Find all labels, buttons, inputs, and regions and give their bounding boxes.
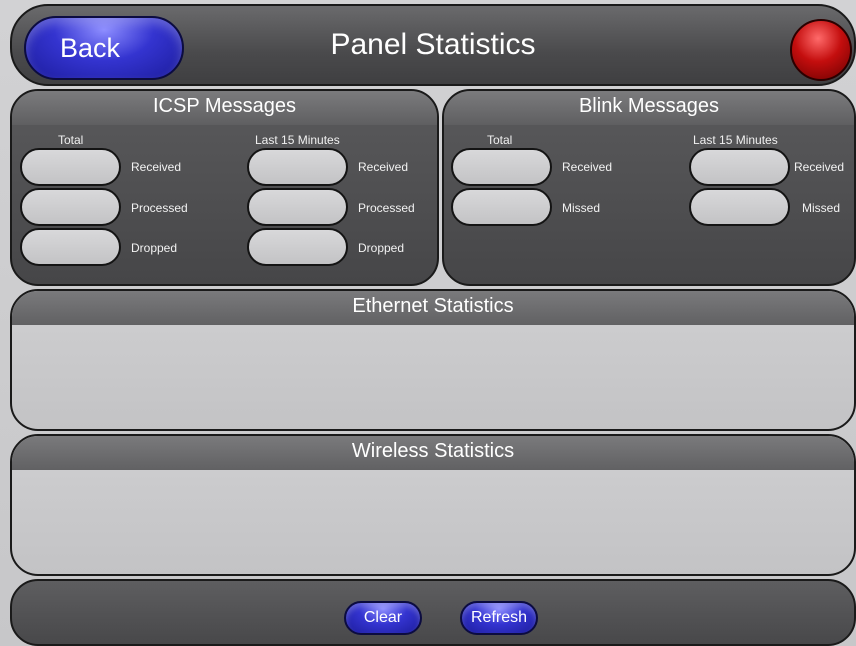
icsp-last15-received-label: Received <box>358 160 409 174</box>
icsp-last15-processed-field <box>247 188 348 226</box>
wireless-panel-title: Wireless Statistics <box>12 436 854 470</box>
icsp-total-dropped-field <box>20 228 121 266</box>
icsp-last15-label: Last 15 Minutes <box>255 133 340 147</box>
panel-statistics-page: Back Panel Statistics ICSP Messages Tota… <box>0 0 856 646</box>
ethernet-statistics-panel: Ethernet Statistics <box>10 289 856 431</box>
icsp-last15-received-field <box>247 148 348 186</box>
icsp-total-received-field <box>20 148 121 186</box>
blink-total-missed-label: Missed <box>562 201 601 215</box>
blink-last15-missed-label: Missed <box>802 201 841 215</box>
refresh-button[interactable]: Refresh <box>460 601 538 635</box>
blink-last15-received-field <box>689 148 790 186</box>
blink-panel-title: Blink Messages <box>444 91 854 125</box>
blink-last15-received-label: Received <box>794 160 845 174</box>
footer-bar: Clear Refresh <box>10 579 856 646</box>
icsp-total-processed-field <box>20 188 121 226</box>
clear-button[interactable]: Clear <box>344 601 422 635</box>
blink-total-label: Total <box>487 133 513 147</box>
blink-last15-label: Last 15 Minutes <box>693 133 778 147</box>
blink-total-received-field <box>451 148 552 186</box>
icsp-last15-dropped-label: Dropped <box>358 241 405 255</box>
icsp-total-received-label: Received <box>131 160 182 174</box>
ethernet-panel-title: Ethernet Statistics <box>12 291 854 325</box>
icsp-messages-panel: ICSP Messages Total Last 15 Minutes Rece… <box>10 89 439 286</box>
header-bar: Back Panel Statistics <box>10 4 856 86</box>
icsp-total-label: Total <box>58 133 84 147</box>
icsp-total-processed-label: Processed <box>131 201 188 215</box>
status-indicator-icon <box>790 19 852 81</box>
icsp-total-dropped-label: Dropped <box>131 241 178 255</box>
blink-messages-panel: Blink Messages Total Last 15 Minutes Rec… <box>442 89 856 286</box>
icsp-last15-dropped-field <box>247 228 348 266</box>
blink-total-received-label: Received <box>562 160 613 174</box>
blink-last15-missed-field <box>689 188 790 226</box>
page-title: Panel Statistics <box>330 28 536 61</box>
icsp-last15-processed-label: Processed <box>358 201 415 215</box>
blink-total-missed-field <box>451 188 552 226</box>
wireless-statistics-panel: Wireless Statistics <box>10 434 856 576</box>
icsp-panel-title: ICSP Messages <box>12 91 437 125</box>
